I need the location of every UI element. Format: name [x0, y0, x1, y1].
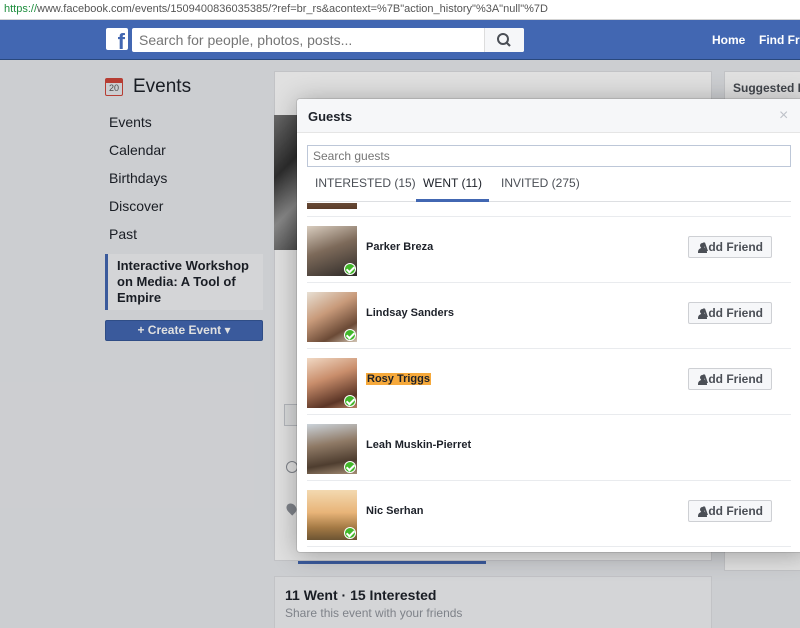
- guest-row: Leah Muskin-Pierret: [307, 416, 791, 481]
- list-item-partial: [307, 203, 791, 217]
- facebook-logo-icon[interactable]: f: [106, 28, 128, 53]
- avatar[interactable]: [307, 203, 357, 209]
- guest-name[interactable]: Parker Breza: [366, 241, 433, 253]
- avatar[interactable]: [307, 424, 357, 474]
- magnifier-icon: [497, 33, 511, 47]
- add-person-icon: [698, 375, 707, 385]
- dialog-title: Guests: [308, 109, 353, 124]
- check-icon: [344, 461, 356, 473]
- add-person-icon: [698, 243, 707, 253]
- search-guests-input[interactable]: [307, 145, 791, 167]
- add-person-icon: [698, 507, 707, 517]
- check-icon: [344, 263, 356, 275]
- add-person-icon: [698, 309, 707, 319]
- guest-list: Parker Breza Add Friend Lindsay Sanders …: [307, 203, 791, 552]
- avatar[interactable]: [307, 226, 357, 276]
- guest-name[interactable]: Rosy Triggs: [366, 373, 431, 385]
- nav-find-friends[interactable]: Find Frie: [759, 33, 800, 47]
- address-bar[interactable]: https://www.facebook.com/events/15094008…: [0, 0, 800, 20]
- add-friend-button[interactable]: Add Friend: [688, 500, 772, 522]
- search-button[interactable]: [484, 28, 524, 52]
- guest-name[interactable]: Lindsay Sanders: [366, 307, 454, 319]
- guest-row: Rosy Triggs Add Friend: [307, 350, 791, 415]
- global-search: [132, 28, 524, 52]
- top-navigation-bar: f Home Find Frie: [0, 20, 800, 60]
- guest-row: Parker Breza Add Friend: [307, 218, 791, 283]
- tab-went[interactable]: WENT (11): [416, 169, 489, 202]
- avatar[interactable]: [307, 358, 357, 408]
- add-friend-button[interactable]: Add Friend: [688, 302, 772, 324]
- avatar[interactable]: [307, 292, 357, 342]
- guest-row: Lindsay Sanders Add Friend: [307, 284, 791, 349]
- guest-name[interactable]: Leah Muskin-Pierret: [366, 439, 471, 451]
- guest-tabs: INTERESTED (15) WENT (11) INVITED (275): [307, 169, 791, 202]
- guest-row: Nic Serhan Add Friend: [307, 482, 791, 547]
- url-scheme: https://: [4, 3, 38, 15]
- add-friend-button[interactable]: Add Friend: [688, 236, 772, 258]
- nav-home[interactable]: Home: [712, 33, 745, 47]
- check-icon: [344, 527, 356, 539]
- dialog-header: Guests ×: [297, 99, 800, 133]
- url-text: www.facebook.com/events/1509400836035385…: [37, 3, 548, 15]
- check-icon: [344, 329, 356, 341]
- add-friend-button[interactable]: Add Friend: [688, 368, 772, 390]
- search-input[interactable]: [132, 28, 482, 52]
- tab-interested[interactable]: INTERESTED (15): [315, 169, 416, 202]
- avatar[interactable]: [307, 490, 357, 540]
- check-icon: [344, 395, 356, 407]
- tab-invited[interactable]: INVITED (275): [501, 169, 587, 202]
- close-icon[interactable]: ×: [779, 108, 788, 124]
- guest-name[interactable]: Nic Serhan: [366, 505, 423, 517]
- guests-dialog: Guests × INTERESTED (15) WENT (11) INVIT…: [297, 99, 800, 552]
